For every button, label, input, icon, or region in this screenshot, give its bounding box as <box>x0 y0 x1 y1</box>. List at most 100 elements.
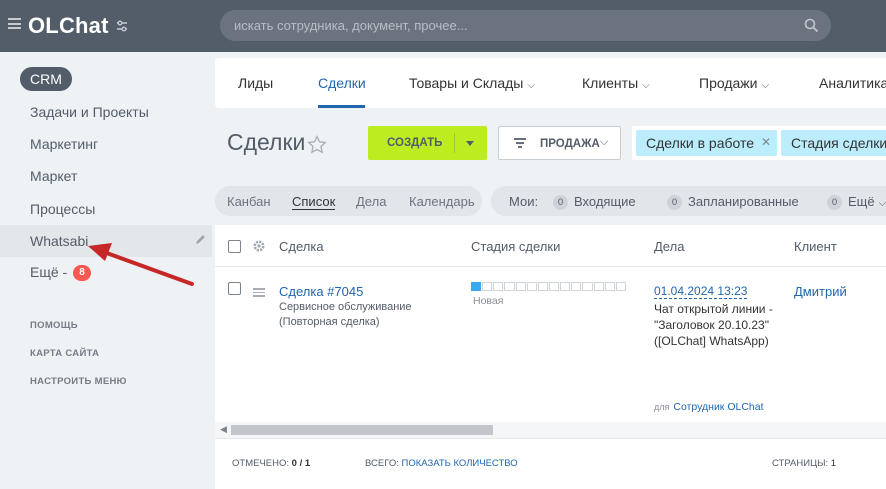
stage-segment[interactable] <box>571 282 582 291</box>
pages-info: СТРАНИЦЫ: 1 <box>772 458 836 469</box>
sliders-icon[interactable] <box>115 19 129 33</box>
sidebar-item-processes[interactable]: Процессы <box>30 201 95 217</box>
select-all-checkbox[interactable] <box>228 240 241 253</box>
horizontal-scrollbar[interactable]: ◀ <box>215 422 886 438</box>
stage-segment[interactable] <box>493 282 504 291</box>
stage-segment[interactable] <box>548 282 560 291</box>
sidebar-item-label: Ещё - <box>30 264 68 280</box>
search-icon[interactable] <box>804 18 819 33</box>
view-tab-list[interactable]: Список <box>292 194 336 210</box>
checked-label: ОТМЕЧЕНО: <box>232 458 289 469</box>
help-link[interactable]: ПОМОЩЬ <box>30 320 78 331</box>
counter-badge: 8 <box>73 265 91 282</box>
pencil-icon[interactable] <box>194 234 206 246</box>
row-menu-icon[interactable] <box>253 288 265 297</box>
counter-planned[interactable]: 0 Запланированные <box>667 194 799 210</box>
chevron-down-icon: ⌵ <box>878 198 886 209</box>
chevron-down-icon: ⌵ <box>761 80 770 91</box>
tab-deals[interactable]: Сделки <box>318 75 366 91</box>
view-tab-kanban[interactable]: Канбан <box>227 194 271 209</box>
activity-date-link[interactable]: 01.04.2024 13:23 <box>654 284 748 299</box>
stage-segment[interactable] <box>515 282 526 291</box>
tab-clients[interactable]: Клиенты ⌵ <box>582 75 650 91</box>
scroll-left-icon[interactable]: ◀ <box>220 424 227 435</box>
counter-label: Запланированные <box>688 194 799 209</box>
filter-search-bar[interactable]: Сделки в работе ✕ Стадия сделки: <box>632 126 886 160</box>
filter-chip[interactable]: Стадия сделки: <box>781 130 886 156</box>
counters-bar: Мои: 0 Входящие 0 Запланированные 0 Ещё ⌵ <box>491 186 886 216</box>
star-icon[interactable] <box>307 135 327 154</box>
configure-menu-link[interactable]: НАСТРОИТЬ МЕНЮ <box>30 376 127 387</box>
dropdown-arrow-icon[interactable] <box>466 141 474 146</box>
column-header-client[interactable]: Клиент <box>794 239 837 254</box>
stage-progress-bar[interactable] <box>471 282 626 291</box>
gear-icon[interactable] <box>252 239 266 253</box>
deals-grid: Сделка Стадия сделки Дела Клиент Сделка … <box>215 225 886 489</box>
total-count: ВСЕГО: ПОКАЗАТЬ КОЛИЧЕСТВО <box>365 458 518 469</box>
sidebar-item-whatsabi[interactable]: Whatsabi <box>0 225 212 257</box>
stage-segment[interactable] <box>482 282 493 291</box>
tab-products[interactable]: Товары и Склады ⌵ <box>409 75 535 91</box>
stage-segment[interactable] <box>526 282 537 291</box>
view-tab-activities[interactable]: Дела <box>356 194 386 209</box>
filter-preset-button[interactable]: ПРОДАЖА ⌵ <box>498 126 621 160</box>
column-header-activities[interactable]: Дела <box>654 239 684 254</box>
grid-header: Сделка Стадия сделки Дела Клиент <box>215 225 886 267</box>
page-title: Сделки <box>227 129 306 155</box>
sidebar-item-market[interactable]: Маркет <box>30 168 77 184</box>
responsible-link[interactable]: Сотрудник OLChat <box>673 401 763 413</box>
tab-sales[interactable]: Продажи ⌵ <box>699 75 769 91</box>
close-icon[interactable]: ✕ <box>761 135 771 149</box>
activity-responsible: для Сотрудник OLChat <box>654 401 764 413</box>
view-tab-calendar[interactable]: Календарь <box>409 194 475 209</box>
stage-label: Новая <box>473 295 504 307</box>
counter-value: 0 <box>667 195 682 210</box>
stage-segment[interactable] <box>615 282 626 291</box>
sidebar-item-tasks[interactable]: Задачи и Проекты <box>30 104 149 120</box>
chevron-down-icon: ⌵ <box>527 80 535 91</box>
search-box[interactable] <box>220 10 831 41</box>
stage-segment[interactable] <box>582 282 593 291</box>
activity-for-label: для <box>654 402 670 412</box>
create-button[interactable]: СОЗДАТЬ <box>368 126 487 160</box>
deal-link[interactable]: Сделка #7045 <box>279 284 363 299</box>
tab-leads[interactable]: Лиды <box>238 75 273 91</box>
checked-value: 0 / 1 <box>291 458 311 469</box>
stage-segment[interactable] <box>471 282 482 291</box>
column-header-stage[interactable]: Стадия сделки <box>471 239 560 254</box>
stage-segment[interactable] <box>604 282 615 291</box>
stage-segment[interactable] <box>504 282 515 291</box>
show-count-link[interactable]: ПОКАЗАТЬ КОЛИЧЕСТВО <box>402 458 518 469</box>
stage-segment[interactable] <box>537 282 548 291</box>
column-header-deal[interactable]: Сделка <box>279 239 324 254</box>
counter-value: 0 <box>553 195 568 210</box>
sidebar-item-crm[interactable]: CRM <box>20 67 72 91</box>
stage-segment[interactable] <box>560 282 571 291</box>
sitemap-link[interactable]: КАРТА САЙТА <box>30 348 99 359</box>
chevron-down-icon: ⌵ <box>600 136 609 148</box>
tab-label: Товары и Склады <box>409 75 524 91</box>
filter-chip-label: Сделки в работе <box>646 135 755 151</box>
stage-segment[interactable] <box>593 282 604 291</box>
tab-label: Продажи <box>699 75 758 91</box>
counter-incoming[interactable]: 0 Входящие <box>553 194 636 210</box>
top-bar: OLChat <box>0 0 886 52</box>
view-switcher: Канбан Список Дела Календарь <box>215 186 482 216</box>
table-row[interactable]: Сделка #7045 Сервисное обслуживание (Пов… <box>215 268 886 420</box>
search-input[interactable] <box>234 10 794 41</box>
counter-more[interactable]: 0 Ещё ⌵ <box>827 194 886 210</box>
filter-chip[interactable]: Сделки в работе ✕ <box>636 130 777 156</box>
app-logo[interactable]: OLChat <box>28 13 109 39</box>
tab-analytics[interactable]: Аналитика <box>819 75 886 91</box>
button-separator <box>454 133 455 153</box>
sidebar-item-more[interactable]: Ещё - 8 <box>30 264 91 282</box>
client-link[interactable]: Дмитрий <box>794 284 847 299</box>
row-checkbox[interactable] <box>228 282 241 295</box>
deal-subtitle: Сервисное обслуживание (Повторная сделка… <box>279 301 412 328</box>
tab-active-indicator <box>318 105 365 108</box>
hamburger-menu-icon[interactable] <box>8 18 21 29</box>
scrollbar-thumb[interactable] <box>231 425 493 435</box>
total-label: ВСЕГО: <box>365 458 399 469</box>
chevron-down-icon: ⌵ <box>642 80 650 91</box>
sidebar-item-marketing[interactable]: Маркетинг <box>30 136 98 152</box>
